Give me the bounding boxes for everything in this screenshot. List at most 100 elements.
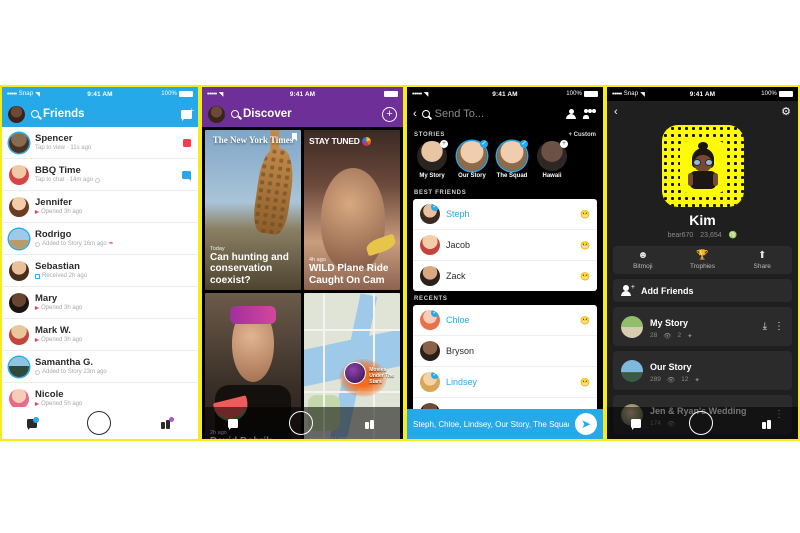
group-icon bbox=[95, 177, 101, 183]
add-friend-icon: + bbox=[621, 284, 635, 296]
screenshot-stage: ••••• Snap ◥ 9:41 AM 100% Friends + Spen… bbox=[0, 0, 800, 533]
search-icon bbox=[231, 110, 239, 118]
stories-row: + My Story ✓ Our Story ✓ The Squad + Haw… bbox=[407, 140, 603, 185]
story-label: Our Story bbox=[458, 173, 486, 179]
send-arrow-icon[interactable]: ➤ bbox=[575, 413, 597, 435]
friend-name: Lindsey bbox=[446, 377, 478, 387]
panel-friends: ••••• Snap ◥ 9:41 AM 100% Friends + Spen… bbox=[0, 85, 200, 441]
bitmoji-button[interactable]: ☻ Bitmoji bbox=[613, 250, 673, 270]
phone-panels-row: ••••• Snap ◥ 9:41 AM 100% Friends + Spen… bbox=[0, 85, 800, 441]
publisher-logo: The New York Times bbox=[212, 135, 294, 145]
more-options-icon[interactable]: ⋮ bbox=[774, 321, 784, 331]
best-friends-header-label: BEST FRIENDS bbox=[414, 190, 467, 196]
camera-shutter-button[interactable] bbox=[289, 411, 314, 435]
battery-icon bbox=[179, 91, 193, 97]
friend-name: Mary bbox=[35, 292, 58, 304]
map-pin-label: Movies Under The Stars bbox=[369, 366, 394, 385]
friend-name: Mark W. bbox=[35, 324, 71, 336]
list-item[interactable]: Mary Opened 3h ago bbox=[2, 287, 198, 319]
download-icon[interactable]: ⤓ bbox=[763, 321, 767, 332]
friendship-emoji: 😬 bbox=[580, 271, 590, 281]
story-row-our-story[interactable]: Our Story 289 👁 12 ✦ bbox=[613, 351, 792, 390]
bottom-nav-bar bbox=[2, 407, 198, 439]
back-chevron-icon[interactable]: ‹ bbox=[413, 108, 417, 120]
avatar[interactable] bbox=[208, 105, 225, 123]
chat-tab[interactable] bbox=[631, 418, 642, 430]
list-item[interactable]: Jacob 😬 bbox=[413, 230, 597, 261]
discover-card[interactable]: The New York Times Today Can hunting and… bbox=[205, 130, 301, 290]
eye-icon: 👁 bbox=[663, 333, 672, 340]
list-item[interactable]: Zack 😬 bbox=[413, 261, 597, 291]
friend-name: Nicole bbox=[35, 388, 64, 400]
stories-tab[interactable] bbox=[161, 416, 174, 429]
story-item-our-story[interactable]: ✓ Our Story bbox=[454, 140, 490, 179]
friend-status: Added to Story 23m ago bbox=[35, 368, 107, 377]
story-thumbnail bbox=[621, 359, 643, 382]
face-illustration bbox=[321, 168, 385, 271]
add-friend-icon[interactable] bbox=[566, 109, 576, 119]
status-bar: ••••• ◥ 9:41 AM bbox=[202, 87, 403, 101]
list-item[interactable]: Samantha G. Added to Story 23m ago bbox=[2, 351, 198, 383]
avatar: ✓ bbox=[420, 372, 440, 392]
add-friends-label: Add Friends bbox=[641, 285, 694, 296]
story-item-my-story[interactable]: + My Story bbox=[414, 140, 450, 179]
snap-score[interactable]: 23,654 bbox=[700, 232, 721, 239]
friends-list: Spencer Tap to view · 11s ago BBQ Time T… bbox=[2, 127, 198, 415]
list-item[interactable]: Sebastian Received 2h ago bbox=[2, 255, 198, 287]
gear-icon[interactable]: ⚙ bbox=[781, 106, 791, 118]
avatar bbox=[420, 341, 440, 361]
list-item[interactable]: Bryson bbox=[413, 336, 597, 367]
camera-shutter-button[interactable] bbox=[689, 411, 714, 435]
new-group-icon[interactable] bbox=[583, 109, 597, 119]
selected-check-icon: ✓ bbox=[480, 140, 488, 148]
zodiac-icon: ♍ bbox=[728, 232, 738, 239]
share-button[interactable]: ⬆ Share bbox=[732, 250, 792, 270]
discover-card[interactable]: STAY TUNED 4h ago WILD Plane Ride Caught… bbox=[304, 130, 400, 290]
search-input[interactable]: Send To... bbox=[435, 108, 484, 120]
profile-meta: bear670 23,654 ♍ bbox=[607, 231, 798, 240]
story-item-hawaii[interactable]: + Hawaii bbox=[534, 140, 570, 179]
add-friends-row[interactable]: + Add Friends bbox=[613, 279, 792, 302]
add-plus-icon[interactable]: + bbox=[382, 106, 397, 122]
bottom-nav-bar bbox=[607, 407, 798, 439]
status-bar: ••••• ◥ 9:41 AM 100% bbox=[407, 87, 603, 101]
friends-nav-bar: Friends + bbox=[2, 101, 198, 127]
trophies-button[interactable]: 🏆 Trophies bbox=[673, 250, 733, 270]
recents-header-label: RECENTS bbox=[414, 296, 448, 302]
page-title[interactable]: Discover bbox=[231, 108, 292, 120]
back-chevron-icon[interactable]: ‹ bbox=[614, 106, 618, 118]
new-chat-button[interactable]: + bbox=[181, 105, 194, 121]
camera-shutter-button[interactable] bbox=[87, 411, 111, 435]
friend-name: Chloe bbox=[446, 315, 470, 325]
friend-name: Spencer bbox=[35, 132, 73, 144]
list-item[interactable]: BBQ Time Tap to chat · 14m ago bbox=[2, 159, 198, 191]
friend-name: Jacob bbox=[446, 240, 471, 250]
story-row-my-story[interactable]: My Story 28 👁 2 ✦ ⤓ ⋮ bbox=[613, 307, 792, 346]
list-item[interactable]: Spencer Tap to view · 11s ago bbox=[2, 127, 198, 159]
list-item[interactable]: Jennifer Opened 3h ago bbox=[2, 191, 198, 223]
chat-tab[interactable] bbox=[27, 416, 39, 430]
avatar bbox=[420, 266, 440, 286]
panel-profile: ••••• Snap ◥ 9:41 AM 100% ‹ ⚙ Kim bear67… bbox=[605, 85, 800, 441]
snap-count: 2 bbox=[677, 332, 682, 339]
add-custom-story-button[interactable]: + Custom bbox=[568, 132, 596, 138]
battery-icon bbox=[384, 91, 398, 97]
avatar bbox=[9, 388, 29, 409]
list-item[interactable]: ✓ Steph 😬 bbox=[413, 199, 597, 230]
story-item-the-squad[interactable]: ✓ The Squad bbox=[494, 140, 530, 179]
chat-tab[interactable] bbox=[227, 418, 238, 430]
friend-status: Tap to chat · 14m ago bbox=[35, 176, 101, 185]
avatar: ✓ bbox=[420, 310, 440, 330]
page-title[interactable]: Friends bbox=[31, 108, 85, 120]
stories-tab[interactable] bbox=[761, 418, 774, 429]
list-item[interactable]: Mark W. Opened 3h ago bbox=[2, 319, 198, 351]
battery-label: 100% bbox=[761, 91, 777, 97]
snapcode[interactable] bbox=[661, 125, 744, 207]
avatar[interactable] bbox=[8, 105, 25, 123]
list-item[interactable]: Rodrigo Added to Story 16m ago ✒ bbox=[2, 223, 198, 255]
plus-icon: + bbox=[189, 105, 194, 115]
stories-tab[interactable] bbox=[365, 418, 377, 429]
list-item[interactable]: ✓ Chloe 😬 bbox=[413, 305, 597, 336]
share-icon: ⬆ bbox=[757, 250, 767, 261]
list-item[interactable]: ✓ Lindsey 😬 bbox=[413, 367, 597, 398]
